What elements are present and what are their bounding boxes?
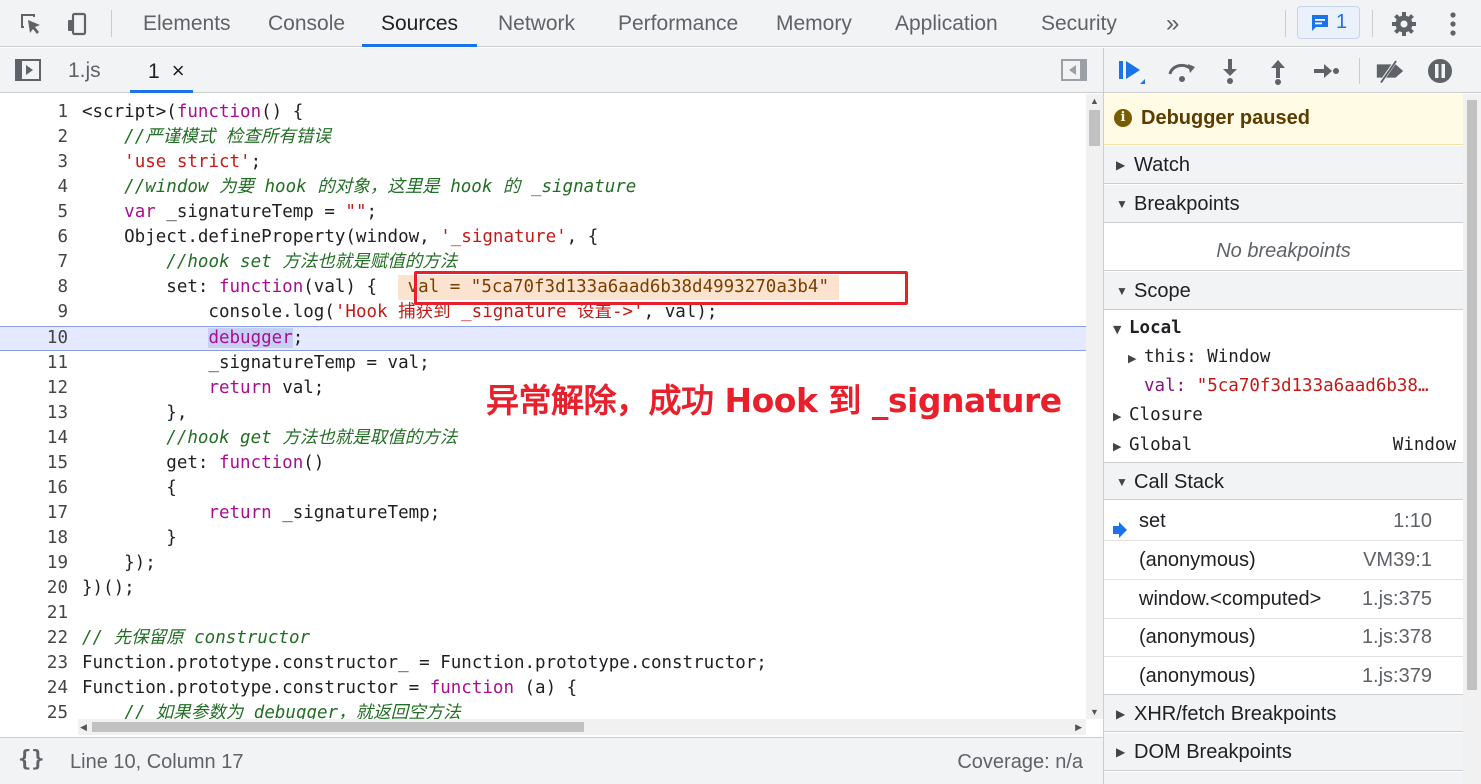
scope-val[interactable]: val: "5ca70f3d133a6aad6b38… xyxy=(1144,372,1463,401)
scope-local[interactable]: ▼ Local xyxy=(1113,314,1463,343)
editor-horizontal-scrollbar[interactable]: ◀ ▶ xyxy=(78,719,1086,735)
settings-gear-icon[interactable] xyxy=(1389,9,1419,39)
step-out-icon[interactable] xyxy=(1262,56,1294,86)
editor-status-bar: {} Line 10, Column 17 Coverage: n/a xyxy=(0,737,1103,784)
tab-sources[interactable]: Sources xyxy=(362,0,477,47)
code-line: 24 Function.prototype.constructor = funct… xyxy=(46,678,578,698)
tab-performance[interactable]: Performance xyxy=(618,0,738,47)
more-tabs-button[interactable]: » xyxy=(1166,0,1179,47)
inspect-element-icon[interactable] xyxy=(16,9,46,39)
call-stack-frame[interactable]: set 1:10 xyxy=(1104,502,1463,541)
no-breakpoints-text: No breakpoints xyxy=(1104,231,1463,271)
expand-triangle-icon: ▶ xyxy=(1116,158,1126,172)
close-tab-icon[interactable]: × xyxy=(172,58,185,83)
toggle-debugger-icon[interactable] xyxy=(1060,57,1088,88)
call-stack-frame[interactable]: (anonymous) 1.js:379 xyxy=(1104,657,1463,696)
code-line: 11 _signatureTemp = val; xyxy=(46,353,430,373)
file-tab-1js[interactable]: 1.js xyxy=(68,48,101,93)
expand-triangle-icon: ▶ xyxy=(1116,745,1126,759)
pause-on-exceptions-icon[interactable] xyxy=(1424,56,1456,86)
code-line: 2 //严谨模式 检查所有错误 xyxy=(57,127,331,147)
info-icon: i xyxy=(1114,109,1132,127)
device-toolbar-icon[interactable] xyxy=(62,9,92,39)
scope-global[interactable]: ▶ Global Window xyxy=(1113,431,1463,460)
file-tab-1[interactable]: 1 × xyxy=(130,48,193,93)
annotation-highlight-box xyxy=(414,271,908,305)
global-listeners-section-header[interactable] xyxy=(1104,772,1463,784)
deactivate-breakpoints-icon[interactable] xyxy=(1374,56,1406,86)
code-line: 25 // 如果参数为 debugger，就返回空方法 xyxy=(46,703,461,719)
message-icon xyxy=(1311,14,1328,31)
more-options-icon[interactable] xyxy=(1438,9,1468,39)
xhr-breakpoints-section-header[interactable]: ▶ XHR/fetch Breakpoints xyxy=(1104,694,1463,732)
call-stack-frame[interactable]: (anonymous) 1.js:378 xyxy=(1104,618,1463,657)
call-stack-section-header[interactable]: ▼ Call Stack xyxy=(1104,462,1463,500)
code-line: 20})(); xyxy=(46,578,135,598)
code-line: 19 }); xyxy=(46,553,156,573)
devtools-tab-bar: Elements Console Sources Network Perform… xyxy=(0,0,1481,47)
debugger-scrollbar[interactable] xyxy=(1463,94,1481,784)
editor-tab-bar: 1.js 1 × xyxy=(0,48,1103,93)
collapse-triangle-icon: ▼ xyxy=(1116,475,1128,489)
code-line: 14 //hook get 方法也就是取值的方法 xyxy=(46,428,458,448)
dom-breakpoints-section-header[interactable]: ▶ DOM Breakpoints xyxy=(1104,733,1463,771)
tab-elements[interactable]: Elements xyxy=(143,0,231,47)
debugger-paused-banner: i Debugger paused xyxy=(1104,94,1463,145)
code-line: 23 Function.prototype.constructor_ = Func… xyxy=(46,653,767,673)
code-line: 17 return _signatureTemp; xyxy=(46,503,441,523)
scope-section-header[interactable]: ▼ Scope xyxy=(1104,272,1463,310)
tab-console[interactable]: Console xyxy=(268,0,345,47)
annotation-text: 异常解除，成功 Hook 到 _signature xyxy=(486,381,1062,420)
coverage-status: Coverage: n/a xyxy=(957,751,1083,773)
breakpoints-section-header[interactable]: ▼ Breakpoints xyxy=(1104,185,1463,223)
collapse-triangle-icon: ▼ xyxy=(1116,197,1128,211)
code-line-current: 10 debugger; xyxy=(0,326,1086,351)
tab-memory[interactable]: Memory xyxy=(776,0,852,47)
scope-closure[interactable]: ▶ Closure xyxy=(1113,401,1463,430)
expand-triangle-icon: ▶ xyxy=(1116,707,1126,721)
toggle-navigator-icon[interactable] xyxy=(14,57,42,88)
issues-count: 1 xyxy=(1335,11,1348,33)
watch-section-header[interactable]: ▶ Watch xyxy=(1104,146,1463,184)
code-line: 1 <script>(function() { xyxy=(57,102,304,122)
editor-vertical-scrollbar[interactable]: ▲ ▼ xyxy=(1086,94,1103,719)
code-line: 22// 先保留原 constructor xyxy=(46,628,311,648)
pretty-print-button[interactable]: {} xyxy=(18,747,45,772)
code-line: 21 xyxy=(46,603,68,623)
scope-this[interactable]: ▶ this: Window xyxy=(1128,343,1463,372)
call-stack-frame[interactable]: (anonymous) VM39:1 xyxy=(1104,541,1463,580)
file-tab-label: 1 xyxy=(148,60,160,83)
step-into-icon[interactable] xyxy=(1214,56,1246,86)
tab-network[interactable]: Network xyxy=(498,0,575,47)
code-line: 4 //window 为要 hook 的对象，这里是 hook 的 _signa… xyxy=(57,177,637,197)
code-line: 15 get: function() xyxy=(46,453,325,473)
code-line: 16 { xyxy=(46,478,177,498)
issues-badge[interactable]: 1 xyxy=(1297,6,1360,39)
step-icon[interactable] xyxy=(1310,56,1342,86)
step-over-icon[interactable] xyxy=(1166,56,1198,86)
collapse-triangle-icon: ▼ xyxy=(1116,284,1128,298)
debugger-sidebar: i Debugger paused ▶ Watch ▼ Breakpoints No… xyxy=(1104,94,1463,784)
tab-security[interactable]: Security xyxy=(1041,0,1117,47)
tab-application[interactable]: Application xyxy=(895,0,998,47)
resume-icon[interactable] xyxy=(1116,56,1148,86)
code-line: 3 'use strict'; xyxy=(57,152,262,172)
debugger-toolbar xyxy=(1104,48,1481,93)
call-stack-frame[interactable]: window.<computed> 1.js:375 xyxy=(1104,580,1463,619)
cursor-position: Line 10, Column 17 xyxy=(70,751,244,773)
code-line: 18 } xyxy=(46,528,177,548)
code-line: 6 Object.defineProperty(window, '_signat… xyxy=(57,227,599,247)
code-line: 5 var _signatureTemp = ""; xyxy=(57,202,378,222)
